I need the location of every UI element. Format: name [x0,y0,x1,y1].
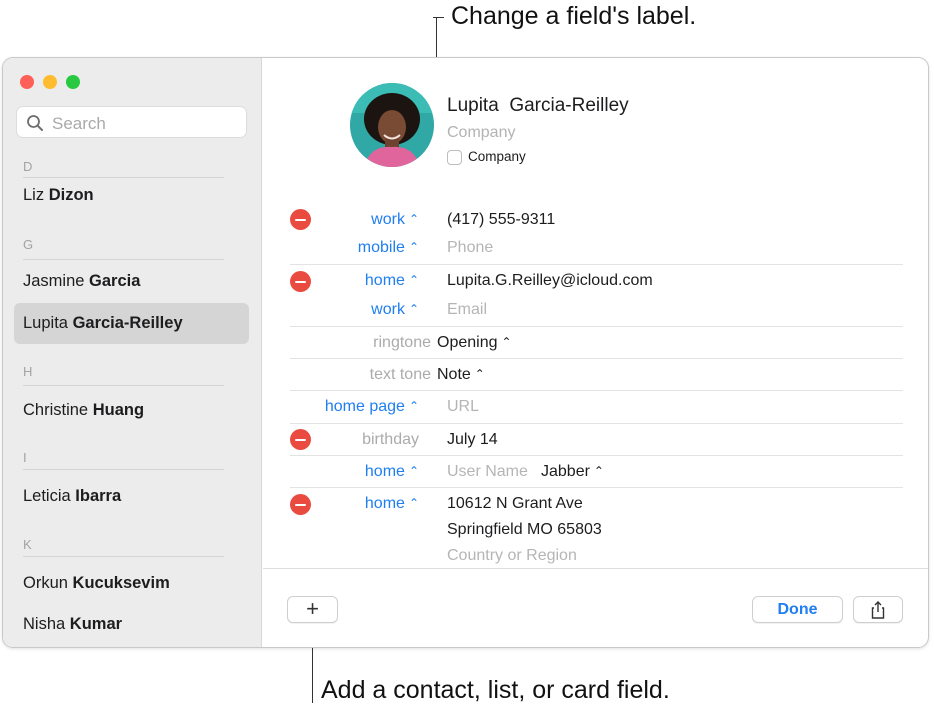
contact-item[interactable]: Orkun Kucuksevim [14,563,249,604]
field-divider [290,423,903,424]
section-divider [23,259,224,260]
portrait-image [350,83,434,167]
chevron-updown-icon: ⌃ [408,212,419,226]
text-tone-label: text tone [369,366,431,383]
section-header-k: K [23,537,32,552]
remove-field-button[interactable] [290,429,311,450]
birthday-label: birthday [362,431,419,448]
chevron-updown-icon: ⌃ [408,273,419,287]
remove-field-button[interactable] [290,209,311,230]
field-label-popup[interactable]: home ⌃ [365,495,419,513]
section-header-i: I [23,450,27,465]
share-button[interactable] [853,596,903,623]
company-checkbox-label: Company [468,149,526,164]
field-label-popup[interactable]: work ⌃ [371,301,419,319]
maximize-window-button[interactable] [66,75,80,89]
chevron-updown-icon: ⌃ [408,496,419,510]
callout-leader-top-tick [433,17,444,18]
section-divider [23,385,224,386]
minimize-window-button[interactable] [43,75,57,89]
ringtone-label: ringtone [373,334,431,351]
card-footer: + Done [263,568,928,647]
remove-field-button[interactable] [290,494,311,515]
field-label-popup[interactable]: home ⌃ [365,463,419,481]
field-label-popup[interactable]: home page ⌃ [325,398,419,416]
contacts-window: Search D Liz Dizon G Jasmine Garcia Lupi… [2,57,929,648]
field-label-popup[interactable]: mobile ⌃ [358,239,419,257]
sidebar: Search D Liz Dizon G Jasmine Garcia Lupi… [3,58,262,647]
field-label-popup[interactable]: home ⌃ [365,272,419,290]
search-icon [27,115,43,131]
chevron-updown-icon: ⌃ [474,367,485,381]
section-header-d: D [23,159,33,174]
section-divider [23,469,224,470]
country-field[interactable]: Country or Region [447,547,577,565]
callout-change-label: Change a field's label. [451,2,697,30]
contact-item-selected[interactable]: Lupita Garcia-Reilley [14,303,249,344]
phone-field[interactable]: Phone [447,239,493,257]
chevron-updown-icon: ⌃ [501,335,512,349]
section-divider [23,556,224,557]
email-field[interactable]: Email [447,301,487,319]
contact-item[interactable]: Christine Huang [14,390,249,431]
field-label-popup[interactable]: work ⌃ [371,211,419,229]
remove-field-button[interactable] [290,271,311,292]
chevron-updown-icon: ⌃ [593,464,604,478]
section-header-h: H [23,364,33,379]
field-divider [290,390,903,391]
share-icon [871,601,885,619]
add-field-button[interactable]: + [287,596,338,623]
contact-avatar[interactable] [350,83,434,167]
birthday-field[interactable]: July 14 [447,431,498,449]
chevron-updown-icon: ⌃ [408,240,419,254]
street-field[interactable]: 10612 N Grant Ave [447,495,583,513]
username-field[interactable]: User Name [447,463,528,481]
company-field[interactable]: Company [447,124,515,142]
ringtone-popup[interactable]: Opening ⌃ [437,334,512,352]
url-field[interactable]: URL [447,398,479,416]
chevron-updown-icon: ⌃ [408,399,419,413]
city-state-zip-field[interactable]: Springfield MO 65803 [447,521,602,539]
chevron-updown-icon: ⌃ [408,464,419,478]
text-tone-popup[interactable]: Note ⌃ [437,366,485,384]
contact-item[interactable]: Leticia Ibarra [14,476,249,517]
email-field[interactable]: Lupita.G.Reilley@icloud.com [447,272,653,290]
field-divider [290,455,903,456]
done-button[interactable]: Done [752,596,843,623]
field-divider [290,358,903,359]
company-checkbox[interactable] [447,150,462,165]
contact-name[interactable]: Lupita Garcia-Reilley [447,95,629,117]
contact-card: Lupita Garcia-Reilley Company Company wo… [263,58,928,647]
search-field[interactable]: Search [16,106,247,138]
search-input[interactable]: Search [52,114,106,134]
callout-add-field: Add a contact, list, or card field. [321,676,670,704]
contact-item[interactable]: Nisha Kumar [14,604,249,645]
chevron-updown-icon: ⌃ [408,302,419,316]
section-header-g: G [23,237,34,252]
phone-field[interactable]: (417) 555-9311 [447,211,555,229]
field-divider [290,487,903,488]
close-window-button[interactable] [20,75,34,89]
contact-item[interactable]: Jasmine Garcia [14,261,249,302]
contact-item[interactable]: Liz Dizon [14,175,249,216]
field-divider [290,264,903,265]
field-divider [290,326,903,327]
im-service-popup[interactable]: Jabber ⌃ [541,463,604,481]
